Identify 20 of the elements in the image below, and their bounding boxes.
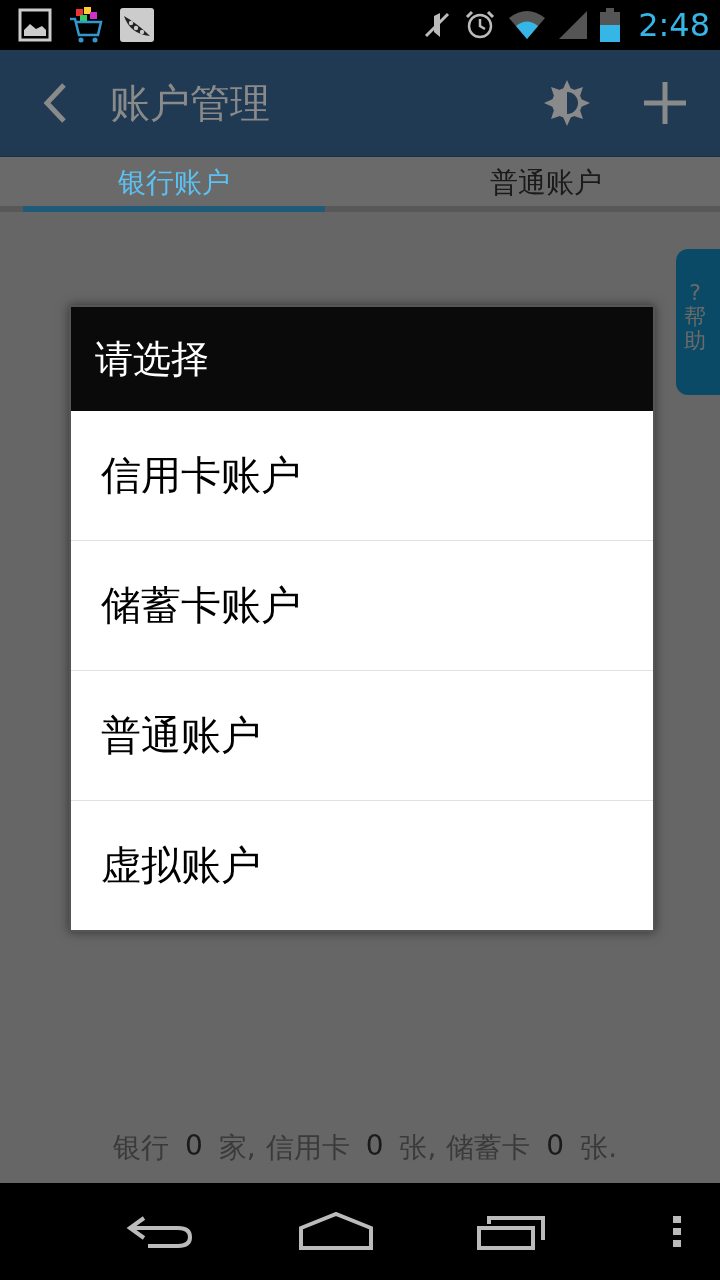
help-mark: ? — [689, 281, 701, 306]
home-icon[interactable] — [298, 1211, 373, 1252]
screen-title: 账户管理 — [110, 78, 271, 128]
clock-time: 2:48 — [638, 6, 710, 44]
overflow-menu-icon[interactable] — [671, 1215, 682, 1248]
dialog-option[interactable]: 虚拟账户 — [71, 800, 653, 930]
picture-icon — [18, 8, 52, 42]
wifi-icon — [508, 10, 547, 40]
brightness-icon[interactable] — [544, 80, 590, 126]
battery-icon — [600, 8, 621, 42]
dialog-option[interactable]: 储蓄卡账户 — [71, 540, 653, 670]
dialog-title: 请选择 — [71, 307, 653, 411]
pea-pod-icon — [120, 8, 154, 42]
add-icon[interactable] — [642, 80, 688, 126]
signal-icon — [558, 10, 589, 40]
help-label: 帮助 — [684, 305, 706, 354]
dialog-option[interactable]: 普通账户 — [71, 670, 653, 800]
dialog-option[interactable]: 信用卡账户 — [71, 411, 653, 540]
alarm-icon — [464, 9, 497, 41]
recent-apps-icon[interactable] — [477, 1213, 548, 1250]
